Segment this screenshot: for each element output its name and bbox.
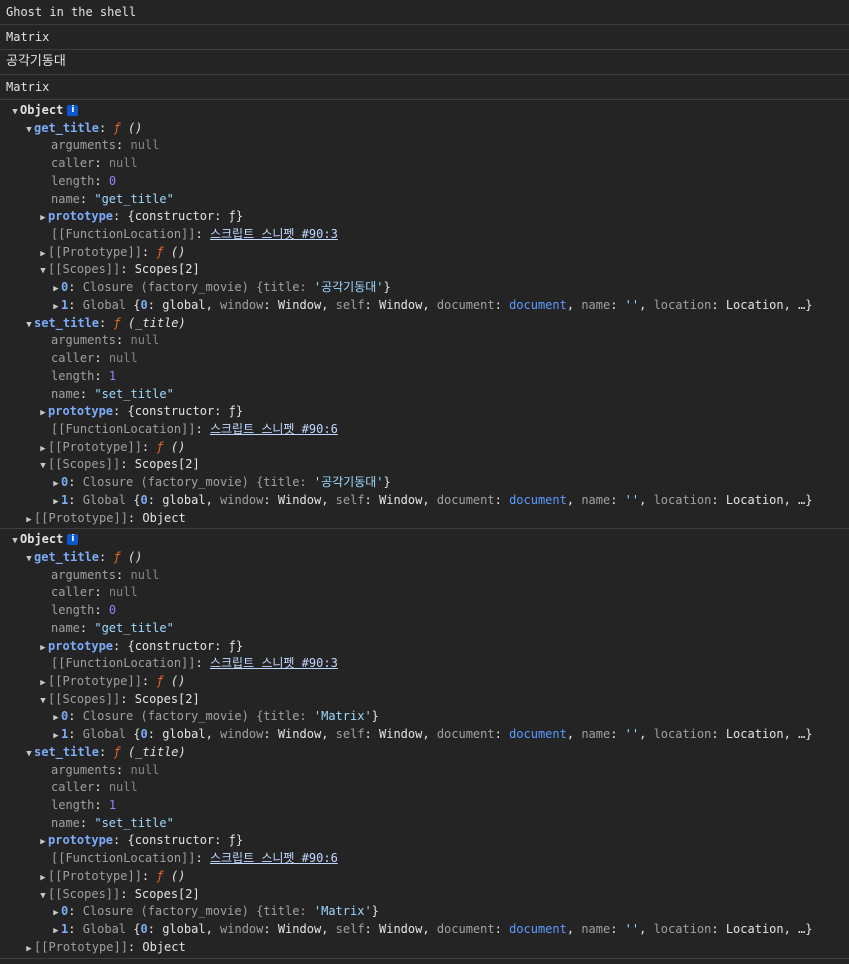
global-scope-row[interactable]: ▶ 1: Global {0: global, window: Window, s…	[0, 921, 849, 939]
console-log-line: Ghost in the shell	[0, 0, 849, 25]
closure-scope-row[interactable]: ▶ 0: Closure (factory_movie) {title: '공각기…	[0, 474, 849, 492]
closure-scope-row[interactable]: ▶ 0: Closure (factory_movie) {title: 'Mat…	[0, 708, 849, 726]
name-row: name: "get_title"	[51, 620, 174, 635]
internal-prototype-row[interactable]: ▶ [[Prototype]]: ƒ ()	[0, 868, 849, 886]
object-header[interactable]: ▼ Object i	[0, 531, 849, 549]
console-log-line: Matrix	[0, 25, 849, 50]
prototype-row[interactable]: ▶ prototype: {constructor: ƒ}	[0, 403, 849, 421]
expand-arrow-icon[interactable]: ▶	[24, 941, 34, 959]
length-row: length: 0	[51, 173, 117, 188]
caller-row: caller: null	[51, 585, 138, 600]
closure-scope-row[interactable]: ▶ 0: Closure (factory_movie) {title: 'Mat…	[0, 903, 849, 921]
name-row: name: "set_title"	[51, 815, 174, 830]
internal-prototype-row[interactable]: ▶ [[Prototype]]: ƒ ()	[0, 244, 849, 262]
script-snippet-link[interactable]: 스크립트 스니펫 #90:3	[210, 656, 338, 670]
object-entry: ▼ Object i ▼ get_title: ƒ () arguments: nul…	[0, 100, 849, 530]
arguments-row: arguments: null	[51, 762, 160, 777]
object-entries: ▼ Object i ▼ get_title: ƒ () arguments: nul…	[0, 100, 849, 959]
console-output: Ghost in the shell Matrix 공각기동대 Matrix ▼…	[0, 0, 849, 959]
length-row: length: 1	[51, 798, 117, 813]
function-property-row[interactable]: ▼ get_title: ƒ ()	[0, 120, 849, 138]
prototype-row[interactable]: ▶ prototype: {constructor: ƒ}	[0, 208, 849, 226]
console-log-line: Matrix	[0, 75, 849, 100]
global-scope-row[interactable]: ▶ 1: Global {0: global, window: Window, s…	[0, 297, 849, 315]
internal-prototype-row[interactable]: ▶ [[Prototype]]: ƒ ()	[0, 439, 849, 457]
name-row: name: "get_title"	[51, 191, 174, 206]
caller-row: caller: null	[51, 780, 138, 795]
scopes-row[interactable]: ▼ [[Scopes]]: Scopes[2]	[0, 691, 849, 709]
info-icon[interactable]: i	[67, 534, 79, 546]
caller-row: caller: null	[51, 351, 138, 366]
object-entry: ▼ Object i ▼ get_title: ƒ () arguments: nul…	[0, 529, 849, 959]
function-property-row[interactable]: ▼ set_title: ƒ (_title)	[0, 744, 849, 762]
arguments-row: arguments: null	[51, 138, 160, 153]
script-snippet-link[interactable]: 스크립트 스니펫 #90:3	[210, 227, 338, 241]
function-property-row[interactable]: ▼ get_title: ƒ ()	[0, 549, 849, 567]
console-log-line: 공각기동대	[0, 50, 849, 75]
caller-row: caller: null	[51, 156, 138, 171]
closure-scope-row[interactable]: ▶ 0: Closure (factory_movie) {title: '공각기…	[0, 279, 849, 297]
scopes-row[interactable]: ▼ [[Scopes]]: Scopes[2]	[0, 456, 849, 474]
length-row: length: 0	[51, 603, 117, 618]
arguments-row: arguments: null	[51, 333, 160, 348]
info-icon[interactable]: i	[67, 105, 79, 116]
function-location-row: [[FunctionLocation]]: 스크립트 스니펫 #90:3	[51, 227, 338, 242]
global-scope-row[interactable]: ▶ 1: Global {0: global, window: Window, s…	[0, 492, 849, 510]
expand-arrow-icon[interactable]: ▶	[24, 512, 34, 530]
prototype-row[interactable]: ▶ prototype: {constructor: ƒ}	[0, 638, 849, 656]
length-row: length: 1	[51, 368, 117, 383]
global-scope-row[interactable]: ▶ 1: Global {0: global, window: Window, s…	[0, 726, 849, 744]
function-property-row[interactable]: ▼ set_title: ƒ (_title)	[0, 315, 849, 333]
function-location-row: [[FunctionLocation]]: 스크립트 스니펫 #90:6	[51, 851, 338, 866]
script-snippet-link[interactable]: 스크립트 스니펫 #90:6	[210, 851, 338, 865]
internal-prototype-row[interactable]: ▶ [[Prototype]]: ƒ ()	[0, 673, 849, 691]
arguments-row: arguments: null	[51, 567, 160, 582]
prototype-row[interactable]: ▶ prototype: {constructor: ƒ}	[0, 832, 849, 850]
name-row: name: "set_title"	[51, 386, 174, 401]
function-location-row: [[FunctionLocation]]: 스크립트 스니펫 #90:6	[51, 421, 338, 436]
object-header[interactable]: ▼ Object i	[0, 102, 849, 120]
function-location-row: [[FunctionLocation]]: 스크립트 스니펫 #90:3	[51, 656, 338, 671]
object-prototype-row[interactable]: ▶ [[Prototype]]: Object	[0, 939, 849, 957]
script-snippet-link[interactable]: 스크립트 스니펫 #90:6	[210, 422, 338, 436]
object-prototype-row[interactable]: ▶ [[Prototype]]: Object	[0, 510, 849, 528]
scopes-row[interactable]: ▼ [[Scopes]]: Scopes[2]	[0, 261, 849, 279]
scopes-row[interactable]: ▼ [[Scopes]]: Scopes[2]	[0, 886, 849, 904]
